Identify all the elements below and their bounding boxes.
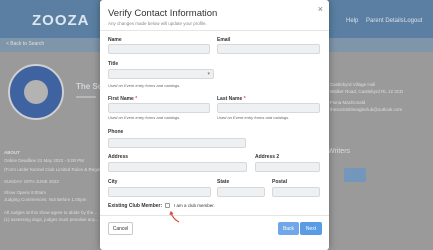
about-line: (Form under Kennel Club Limited Rules & … <box>4 167 107 172</box>
last-name-hint: Used on Event entry forms and catalogs. <box>217 115 290 120</box>
contact-name: Fiona MacDonald <box>330 100 366 105</box>
nav-link-help[interactable]: Help <box>346 18 358 24</box>
last-name-input[interactable] <box>217 103 320 113</box>
about-line: Show Opens 9:00am <box>4 190 47 195</box>
modal-title: Verify Contact Information <box>108 8 218 19</box>
address2-label: Address 2 <box>255 154 280 160</box>
existing-club-member-label: Existing Club Member: <box>108 203 163 209</box>
last-name-label: Last Name * <box>217 96 246 102</box>
chevron-down-icon: ▾ <box>207 71 210 77</box>
postal-label: Postal <box>272 179 288 185</box>
first-name-hint: Used on Event entry forms and catalogs. <box>108 115 181 120</box>
about-line: SUNDAY 19TH JUNE 2022 <box>4 179 59 184</box>
required-mark: * <box>243 96 246 102</box>
about-line: Online Deadline 21 May 2022 - 5:00 PM <box>4 158 85 163</box>
city-input[interactable] <box>108 187 211 197</box>
verify-contact-modal: Verify Contact Information Any changes m… <box>100 0 329 250</box>
about-line: Judging Commences: Not Before 1.00pm <box>4 197 87 202</box>
nav-link-parent-details[interactable]: Parent Details <box>366 18 404 24</box>
next-button[interactable]: Next <box>300 222 322 235</box>
cancel-button[interactable]: Cancel <box>108 222 133 235</box>
first-name-label: First Name * <box>108 96 138 102</box>
modal-header: Verify Contact Information Any changes m… <box>108 8 217 26</box>
modal-subtitle: Any changes made below will update your … <box>108 21 207 26</box>
title-hint: Used on Event entry forms and catalogs. <box>108 83 181 88</box>
required-mark: * <box>135 96 138 102</box>
address-label: Address <box>108 154 129 160</box>
address-input[interactable] <box>108 162 247 172</box>
writers-heading: Writers <box>328 148 351 155</box>
name-input[interactable] <box>108 44 210 54</box>
footer-divider <box>100 215 329 216</box>
back-to-search-link[interactable]: < Back to Search <box>6 41 44 47</box>
app-logo: ZOOZA <box>32 12 90 29</box>
state-input[interactable] <box>217 187 265 197</box>
address2-input[interactable] <box>255 162 320 172</box>
email-input[interactable] <box>217 44 320 54</box>
state-label: State <box>217 179 230 185</box>
about-line: (1) assessing dogs, judges must penalise… <box>4 217 99 222</box>
email-label: Email <box>217 37 231 43</box>
about-line: All Judges at this show agree to abide b… <box>4 210 98 215</box>
pointer-annotation-icon <box>169 211 180 223</box>
venue-line-2: Walker Road, Castlebyrd RL 12 3CD <box>330 89 404 94</box>
header-divider <box>100 30 329 31</box>
title-label: Title <box>108 61 119 67</box>
contact-email: thesocttishbeagleclub@outlook.com <box>330 107 403 112</box>
about-heading: ABOUT <box>4 150 20 155</box>
venue-line-1: Castlebyrd Village Hall <box>330 82 376 87</box>
phone-input[interactable] <box>108 138 246 148</box>
name-label: Name <box>108 37 122 43</box>
back-button[interactable]: Back <box>278 222 299 235</box>
city-label: City <box>108 179 118 185</box>
bg-divider <box>76 96 96 98</box>
phone-label: Phone <box>108 129 124 135</box>
club-member-checkbox[interactable] <box>165 203 170 208</box>
club-member-checkbox-label[interactable]: I am a club member. <box>174 203 215 208</box>
close-icon[interactable]: × <box>318 5 323 14</box>
background-button[interactable] <box>344 168 366 182</box>
nav-link-logout[interactable]: Logout <box>404 18 422 24</box>
postal-input[interactable] <box>272 187 320 197</box>
club-crest-logo <box>8 64 64 120</box>
first-name-input[interactable] <box>108 103 210 113</box>
title-select[interactable]: ▾ <box>108 69 214 79</box>
